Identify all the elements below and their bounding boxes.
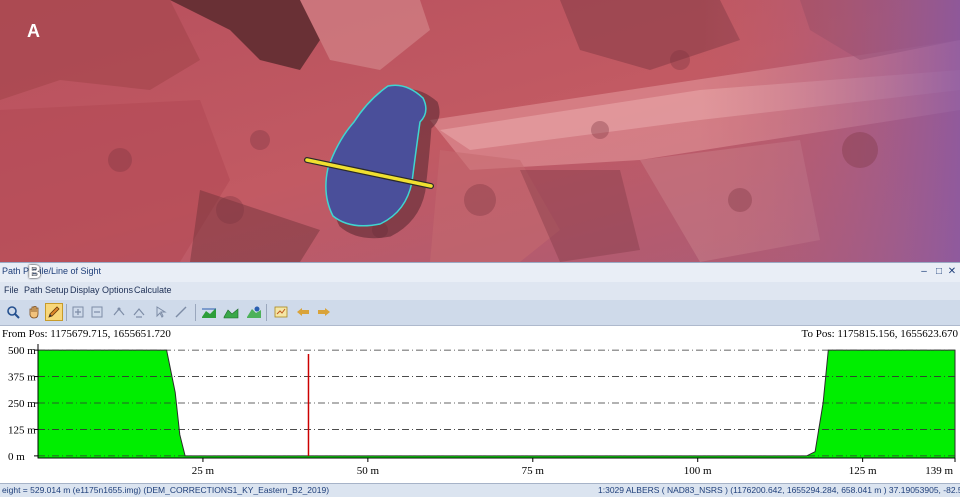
x-tick-label: 100 m xyxy=(684,465,712,477)
terrain-fill-icon[interactable] xyxy=(222,303,240,321)
x-tick-label: 125 m xyxy=(849,465,877,477)
zoom-out-icon[interactable] xyxy=(88,303,106,321)
menu-bar: File Path Setup Display Options Calculat… xyxy=(0,282,960,300)
panel-label-b: B xyxy=(28,262,41,282)
window-title: Path Profile/Line of Sight xyxy=(2,266,102,276)
terrain-map[interactable] xyxy=(0,0,960,262)
panel-label-a: A xyxy=(27,21,40,41)
minimize-button[interactable]: – xyxy=(918,264,930,280)
status-left-text: eight = 529.014 m (e1175n1655.img) (DEM_… xyxy=(2,485,330,495)
y-tick-label: 0 m xyxy=(8,451,25,463)
arrow-left-icon[interactable] xyxy=(294,303,312,321)
x-tick-label: 25 m xyxy=(192,465,215,477)
hillshade-image xyxy=(0,0,960,262)
select-segment-icon[interactable] xyxy=(152,303,170,321)
close-button[interactable]: ✕ xyxy=(946,264,958,280)
pan-hand-icon[interactable] xyxy=(25,303,43,321)
export-chart-icon[interactable] xyxy=(272,303,290,321)
profile-chart[interactable]: 500 m 375 m 250 m 125 m 0 m 25 m 50 m 75 m 100 m… xyxy=(0,326,960,483)
x-tick-label: 50 m xyxy=(357,465,380,477)
info-pointer-icon[interactable] xyxy=(4,303,22,321)
x-tick-label: 139 m xyxy=(925,465,953,477)
arrow-right-icon[interactable] xyxy=(315,303,333,321)
menu-display-options[interactable]: Display Options xyxy=(70,285,133,295)
draw-path-pencil-icon[interactable] xyxy=(45,303,63,321)
draw-line-icon[interactable] xyxy=(172,303,190,321)
add-node-icon[interactable] xyxy=(110,303,128,321)
y-tick-label: 375 m xyxy=(8,372,36,384)
terrain-profile-area-0 xyxy=(37,349,956,459)
status-right-text: 1:3029 ALBERS ( NAD83_NSRS ) (1176200.64… xyxy=(598,485,960,495)
menu-path-setup[interactable]: Path Setup xyxy=(24,285,69,295)
restore-button[interactable]: □ xyxy=(933,264,945,280)
y-tick-label: 250 m xyxy=(8,398,36,410)
toolbar xyxy=(0,300,960,326)
profile-chart-area[interactable]: From Pos: 1175679.715, 1655651.720 To Po… xyxy=(0,326,960,483)
menu-file[interactable]: File xyxy=(4,285,19,295)
zoom-in-icon[interactable] xyxy=(69,303,87,321)
status-bar: eight = 529.014 m (e1175n1655.img) (DEM_… xyxy=(0,483,960,497)
window-titlebar: Path Profile/Line of Sight – □ ✕ xyxy=(0,262,960,282)
y-tick-label: 125 m xyxy=(8,424,36,436)
terrain-export-icon[interactable] xyxy=(245,303,263,321)
menu-calculate[interactable]: Calculate xyxy=(134,285,172,295)
terrain-profile-icon[interactable] xyxy=(200,303,218,321)
remove-node-icon[interactable] xyxy=(130,303,148,321)
x-tick-label: 75 m xyxy=(522,465,545,477)
y-tick-label: 500 m xyxy=(8,345,36,357)
